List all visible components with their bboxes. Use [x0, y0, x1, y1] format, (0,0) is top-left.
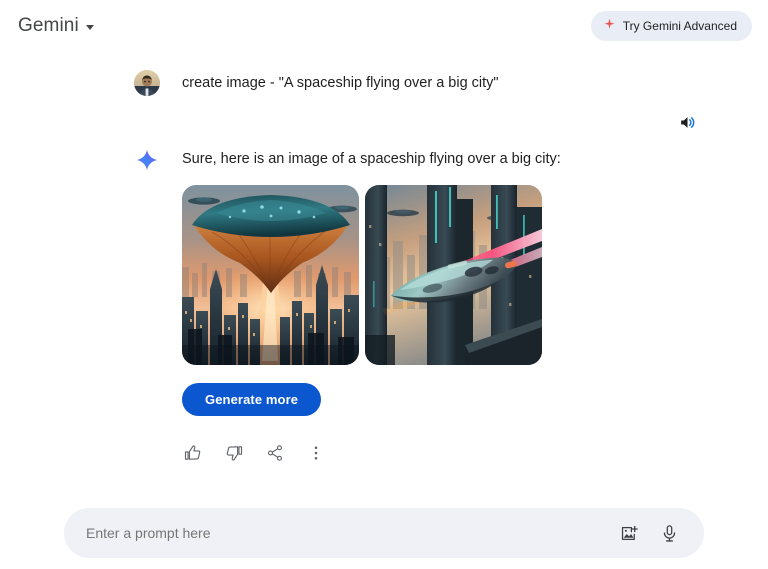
more-vert-icon[interactable]: [301, 438, 331, 468]
generated-image-2[interactable]: [365, 185, 542, 365]
try-gemini-advanced-label: Try Gemini Advanced: [622, 19, 737, 33]
brand-dropdown[interactable]: Gemini: [18, 15, 94, 37]
generate-more-button[interactable]: Generate more: [182, 383, 322, 416]
share-icon[interactable]: [260, 438, 290, 468]
microphone-icon[interactable]: [652, 516, 686, 550]
user-message-text: create image - "A spaceship flying over …: [182, 75, 499, 91]
prompt-bar[interactable]: [64, 508, 704, 558]
feedback-actions: [178, 438, 561, 468]
prompt-input[interactable]: [86, 508, 606, 558]
thumb-up-icon[interactable]: [178, 438, 208, 468]
chevron-down-icon: [85, 25, 94, 30]
gemini-sparkle-icon: [134, 147, 160, 173]
generated-image-grid: [182, 185, 561, 365]
app-title: Gemini: [18, 15, 79, 36]
sparkle-icon: [603, 18, 616, 34]
speaker-icon[interactable]: [674, 109, 700, 135]
listen-row: [0, 109, 768, 135]
model-message-text: Sure, here is an image of a spaceship fl…: [182, 151, 561, 167]
thumb-down-icon[interactable]: [219, 438, 249, 468]
conversation-area: create image - "A spaceship flying over …: [0, 52, 768, 492]
generated-image-1[interactable]: [182, 185, 359, 365]
try-gemini-advanced-button[interactable]: Try Gemini Advanced: [590, 11, 752, 41]
add-image-icon[interactable]: [612, 516, 646, 550]
user-avatar-photo: [134, 70, 160, 96]
model-response-body: Sure, here is an image of a spaceship fl…: [182, 147, 561, 468]
prompt-dock: [0, 497, 768, 569]
user-turn: create image - "A spaceship flying over …: [0, 52, 768, 96]
app-header: Gemini Try Gemini Advanced: [0, 0, 768, 52]
model-turn: Sure, here is an image of a spaceship fl…: [0, 135, 768, 468]
